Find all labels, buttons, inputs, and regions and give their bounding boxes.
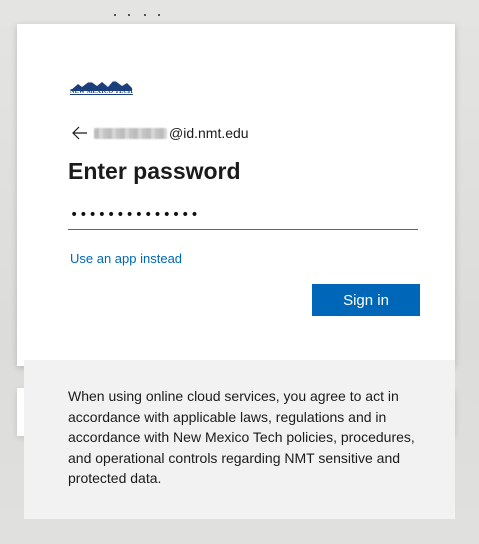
password-input[interactable] [68,200,418,230]
redacted-username [94,127,167,139]
email-domain: @id.nmt.edu [169,125,249,141]
logo-text: NEW MEXICO TECH [70,88,133,95]
new-mexico-tech-logo: NEW MEXICO TECH [70,78,133,96]
identity-row: @id.nmt.edu [72,124,249,142]
sign-in-button[interactable]: Sign in [312,284,420,316]
sign-in-card: NEW MEXICO TECH @id.nmt.edu Enter passwo… [17,24,455,366]
usage-notice: When using online cloud services, you ag… [24,360,455,519]
arrow-left-icon[interactable] [72,126,88,140]
page-title: Enter password [68,158,241,184]
use-app-link[interactable]: Use an app instead [70,251,182,266]
background-artifact [110,14,170,18]
notice-text: When using online cloud services, you ag… [68,388,415,486]
